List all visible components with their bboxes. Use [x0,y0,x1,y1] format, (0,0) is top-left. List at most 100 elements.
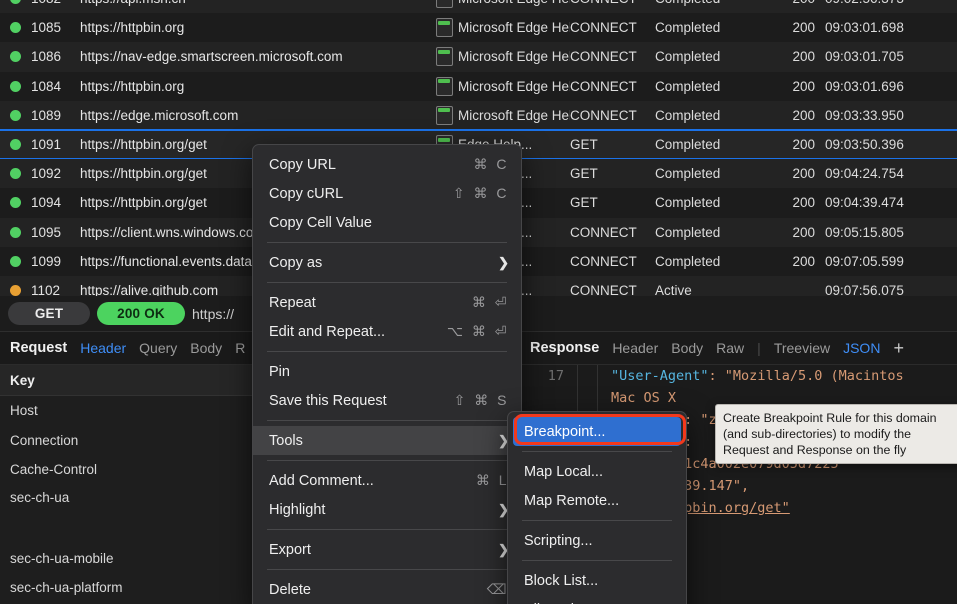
status-dot-cell [0,255,31,267]
row-id: 1091 [31,137,62,153]
tab-divider: | [757,340,761,356]
menu-item[interactable]: Save this Request ⇧ ⌘ S [253,386,521,415]
tab-response-raw[interactable]: Raw [716,340,744,356]
row-status: Completed [655,224,721,240]
menu-item[interactable]: Pin [253,357,521,386]
menu-item[interactable]: Scripting... [508,526,686,555]
menu-item[interactable]: Map Local... [508,457,686,486]
request-url: https:// [192,305,235,322]
row-time: 09:04:24.754 [825,166,904,182]
add-tab-icon[interactable]: + [893,339,904,357]
proxyman-window: 1082https://api.msn.cn Microsoft Edge Hel… [0,0,957,604]
code-text: "User-Agent": "Mozilla/5.0 (Macintos [598,365,957,387]
menu-item[interactable]: Delete ⌫ [253,575,521,604]
menu-item[interactable]: Copy Cell Value [253,208,521,237]
app-icon-cell [430,0,458,9]
app-window-icon [435,76,453,96]
row-id: 1085 [31,20,62,36]
tools-submenu[interactable]: Breakpoint... Map Local... Map Remote... Sc… [507,411,687,604]
code-value: Mac OS X [611,390,677,406]
menu-item-label: Add Comment... [269,472,374,489]
table-row[interactable]: 1082https://api.msn.cn Microsoft Edge Hel… [0,0,957,14]
response-tabbar[interactable]: Response Header Body Raw | Treeview JSON… [520,332,957,365]
menu-separator [267,351,507,352]
menu-item-shortcut: ⌥ ⌘ ⏎ [446,323,509,339]
menu-item[interactable]: Highlight ❯ [253,495,521,524]
menu-item[interactable]: Tools ❯ [253,426,521,455]
status-dot-cell [0,197,31,209]
menu-item-label: Delete [269,581,311,598]
app-window-icon [435,0,453,9]
app-window-icon [435,18,453,38]
row-time: 09:05:15.805 [825,224,904,240]
app-icon-cell [430,76,458,96]
code-value: : "Mozilla/5.0 (Macintos [708,368,904,384]
status-dot-cell [0,139,31,151]
menu-item[interactable]: Allow List... [508,595,686,604]
row-app: Microsoft Edge Help... [458,0,570,6]
row-code: 200 [792,166,815,182]
table-row[interactable]: 1086 https://nav-edge.smartscreen.microso… [0,42,957,72]
menu-item-label: Scripting... [524,532,593,549]
row-code: 200 [792,253,815,269]
row-code: 200 [792,224,815,240]
app-window-icon [435,47,453,67]
menu-item[interactable]: Block List... [508,566,686,595]
row-time: 09:03:33.950 [825,107,904,123]
menu-separator [267,529,507,530]
row-code: 200 [792,195,815,211]
row-id: 1095 [31,224,62,240]
menu-item-shortcut: ⌫ [486,581,509,597]
row-time: 09:07:56.075 [825,282,904,296]
menu-item-label: Block List... [524,572,599,589]
tab-response-header[interactable]: Header [612,340,658,356]
context-menu[interactable]: Copy URL ⌘ C Copy cURL ⇧ ⌘ C Copy Cell Value… [252,144,522,604]
menu-item-label: Map Local... [524,463,603,480]
app-icon-cell [430,105,458,125]
row-status: Completed [655,166,721,182]
response-pane-title: Response [530,340,600,356]
menu-item-label: Save this Request [269,392,387,409]
menu-item[interactable]: Copy URL ⌘ C [253,150,521,179]
table-row[interactable]: 1085 https://httpbin.org Microsoft Edge He… [0,13,957,43]
fold-gutter [578,387,598,409]
row-url: https://edge.microsoft.com [80,107,239,123]
menu-item[interactable]: Copy cURL ⇧ ⌘ C [253,179,521,208]
status-dot-icon [10,22,21,34]
table-row[interactable]: 1089 https://edge.microsoft.com Microsoft … [0,100,957,130]
tab-response-json[interactable]: JSON [843,340,880,356]
menu-item[interactable]: Breakpoint... [513,417,681,446]
row-app: Microsoft Edge Help... [458,49,570,65]
status-dot-icon [10,197,21,209]
row-id: 1086 [31,49,62,65]
code-line: 17 "User-Agent": "Mozilla/5.0 (Macintos [520,365,957,387]
tab-response-treeview[interactable]: Treeview [774,340,830,356]
status-dot-icon [10,51,21,63]
row-status: Active [655,282,692,296]
row-code: 200 [792,107,815,123]
fold-gutter [578,365,598,387]
menu-item[interactable]: Repeat ⌘ ⏎ [253,288,521,317]
tab-request-raw[interactable]: R [235,340,245,356]
tab-request-body[interactable]: Body [190,340,222,356]
tab-request-header[interactable]: Header [80,340,126,356]
row-method: CONNECT [570,0,655,6]
status-dot-cell [0,226,31,238]
row-status: Completed [655,137,721,153]
table-row[interactable]: 1084 https://httpbin.org Microsoft Edge He… [0,71,957,101]
menu-item[interactable]: Edit and Repeat... ⌥ ⌘ ⏎ [253,317,521,346]
tab-request-query[interactable]: Query [139,340,177,356]
tab-response-body[interactable]: Body [671,340,703,356]
app-window-icon [435,105,453,125]
menu-item[interactable]: Copy as ❯ [253,248,521,277]
menu-item[interactable]: Add Comment... ⌘ L [253,466,521,495]
row-app: Microsoft Edge Help... [458,20,570,36]
menu-item[interactable]: Map Remote... [508,486,686,515]
row-id: 1084 [31,78,62,94]
row-method: CONNECT [570,282,637,296]
row-app: Microsoft Edge Help... [458,107,570,123]
chevron-right-icon: ❯ [498,254,509,270]
row-time: 09:02:56.373 [815,0,957,6]
menu-item[interactable]: Export ❯ [253,535,521,564]
menu-separator [267,282,507,283]
